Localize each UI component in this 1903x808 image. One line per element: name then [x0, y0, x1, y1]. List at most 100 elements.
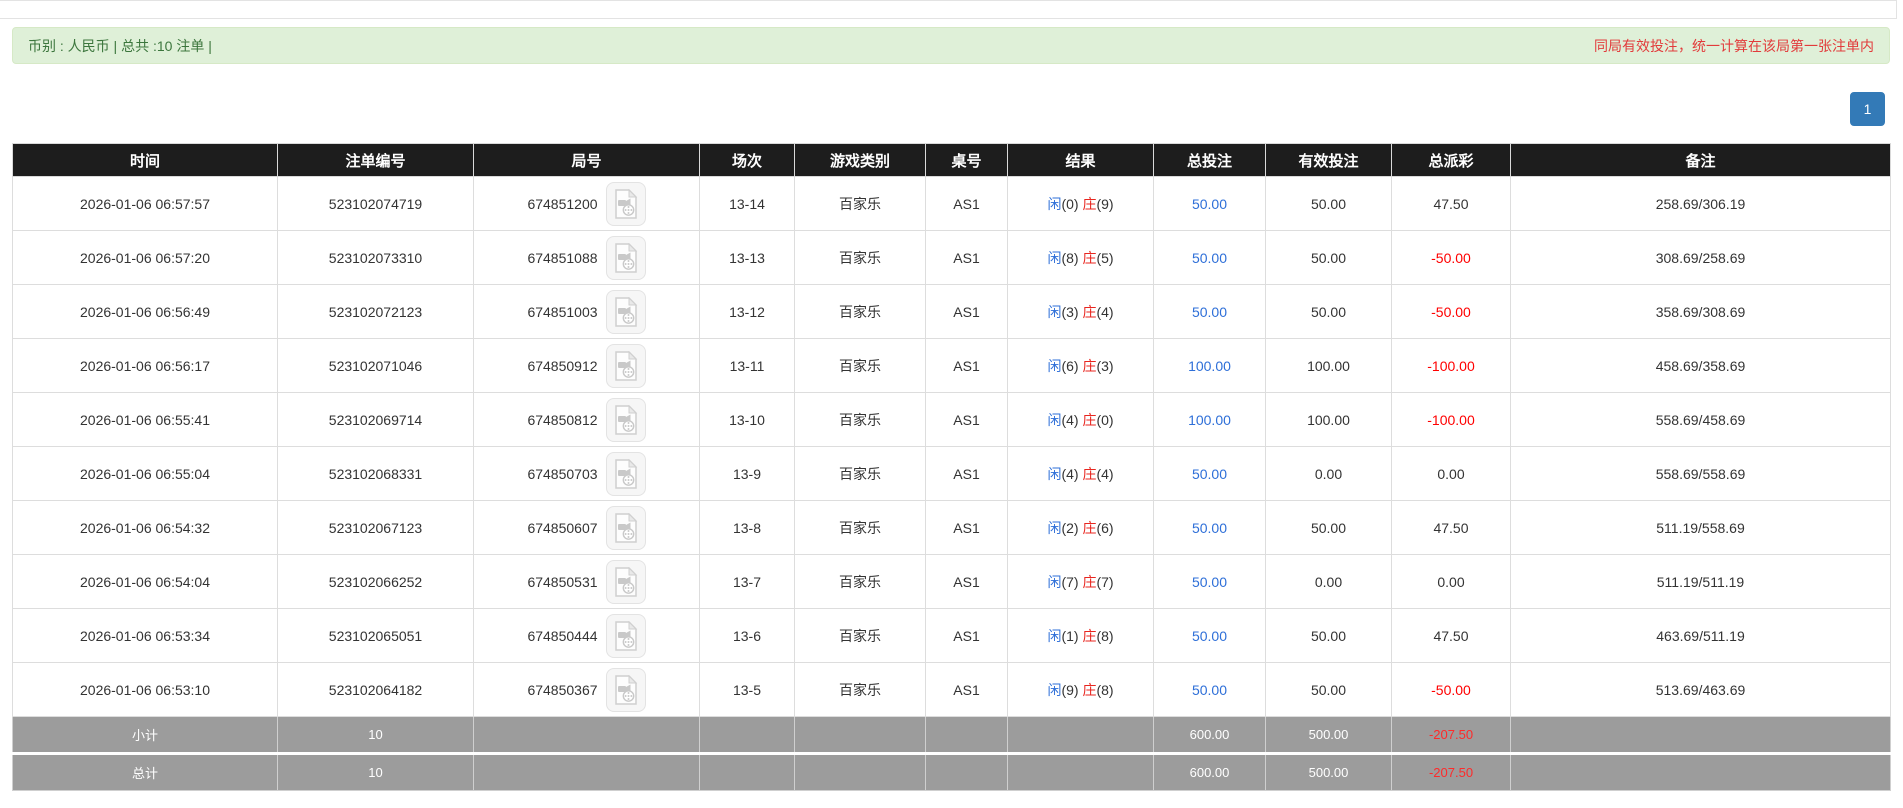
cell-result: 闲(4) 庄(0) — [1007, 392, 1154, 447]
bet-records-table: 时间 注单编号 局号 场次 游戏类别 桌号 结果 总投注 有效投注 总派彩 备注 2026-01-0… — [12, 143, 1891, 791]
cell-game-type: 百家乐 — [794, 662, 926, 717]
cell-valid-bet: 100.00 — [1265, 392, 1392, 447]
bet-row-0: 2026-01-06 06:57:57 523102074719 674851200… — [12, 176, 1891, 231]
cell-session: 13-14 — [699, 176, 795, 231]
total-row-count: 10 — [277, 752, 474, 791]
total-row-payout: -207.50 — [1391, 752, 1511, 791]
cell-round-id: 674850367 — [473, 662, 700, 717]
result-banker-label: 庄 — [1082, 411, 1097, 428]
cell-session: 13-9 — [699, 446, 795, 501]
cell-total-bet[interactable]: 50.00 — [1153, 284, 1266, 339]
video-file-icon[interactable] — [605, 343, 646, 388]
result-player-label: 闲 — [1047, 303, 1062, 320]
video-file-icon[interactable] — [605, 667, 646, 712]
cell-total-bet[interactable]: 50.00 — [1153, 554, 1266, 609]
cell-game-type: 百家乐 — [794, 392, 926, 447]
video-file-icon[interactable] — [605, 559, 646, 604]
subtotal-row-table — [925, 716, 1008, 754]
cell-total-bet[interactable]: 50.00 — [1153, 176, 1266, 231]
cell-game-type: 百家乐 — [794, 446, 926, 501]
top-panel-edge — [0, 0, 1897, 19]
result-player-points: (9) — [1061, 681, 1083, 698]
bet-row-2: 2026-01-06 06:56:49 523102072123 674851003… — [12, 284, 1891, 339]
video-file-icon[interactable] — [605, 505, 646, 550]
result-banker-label: 庄 — [1082, 573, 1097, 590]
video-file-icon[interactable] — [605, 451, 646, 496]
total-bet-link[interactable]: 100.00 — [1188, 358, 1231, 374]
video-file-icon[interactable] — [605, 235, 646, 280]
cell-time: 2026-01-06 06:57:57 — [12, 176, 278, 231]
cell-result: 闲(1) 庄(8) — [1007, 608, 1154, 663]
round-id-text: 674850607 — [527, 519, 598, 536]
cell-session: 13-11 — [699, 338, 795, 393]
column-header-2: 局号 — [473, 143, 700, 177]
bet-row-3: 2026-01-06 06:56:17 523102071046 674850912… — [12, 338, 1891, 393]
cell-time: 2026-01-06 06:56:17 — [12, 338, 278, 393]
cell-table-no: AS1 — [925, 500, 1008, 555]
cell-total-bet[interactable]: 50.00 — [1153, 230, 1266, 285]
total-bet-link[interactable]: 50.00 — [1192, 682, 1227, 698]
cell-time: 2026-01-06 06:54:32 — [12, 500, 278, 555]
total-bet-link[interactable]: 50.00 — [1192, 304, 1227, 320]
total-row-total-bet: 600.00 — [1153, 752, 1266, 791]
cell-valid-bet: 50.00 — [1265, 230, 1392, 285]
cell-payout: 47.50 — [1391, 176, 1511, 231]
cell-total-bet[interactable]: 100.00 — [1153, 392, 1266, 447]
total-row-valid-bet: 500.00 — [1265, 752, 1392, 791]
cell-round-id: 674851200 — [473, 176, 700, 231]
subtotal-row-round — [473, 716, 700, 754]
video-file-icon[interactable] — [605, 397, 646, 442]
round-id-text: 674850531 — [527, 573, 598, 590]
cell-game-type: 百家乐 — [794, 554, 926, 609]
result-banker-label: 庄 — [1082, 519, 1097, 536]
result-banker-label: 庄 — [1082, 303, 1097, 320]
cell-bet-id: 523102071046 — [277, 338, 474, 393]
cell-game-type: 百家乐 — [794, 608, 926, 663]
column-header-6: 结果 — [1007, 143, 1154, 177]
total-bet-link[interactable]: 50.00 — [1192, 628, 1227, 644]
cell-table-no: AS1 — [925, 446, 1008, 501]
cell-total-bet[interactable]: 50.00 — [1153, 608, 1266, 663]
cell-total-bet[interactable]: 50.00 — [1153, 662, 1266, 717]
video-file-icon[interactable] — [605, 289, 646, 334]
subtotal-row-payout: -207.50 — [1391, 716, 1511, 754]
cell-total-bet[interactable]: 50.00 — [1153, 446, 1266, 501]
cell-session: 13-7 — [699, 554, 795, 609]
cell-total-bet[interactable]: 100.00 — [1153, 338, 1266, 393]
result-player-label: 闲 — [1047, 627, 1062, 644]
result-banker-points: (9) — [1096, 195, 1114, 212]
cell-total-bet[interactable]: 50.00 — [1153, 500, 1266, 555]
cell-table-no: AS1 — [925, 608, 1008, 663]
cell-session: 13-6 — [699, 608, 795, 663]
cell-game-type: 百家乐 — [794, 338, 926, 393]
total-bet-link[interactable]: 50.00 — [1192, 520, 1227, 536]
total-bet-link[interactable]: 50.00 — [1192, 574, 1227, 590]
total-bet-link[interactable]: 100.00 — [1188, 412, 1231, 428]
result-player-label: 闲 — [1047, 195, 1062, 212]
cell-session: 13-12 — [699, 284, 795, 339]
result-banker-points: (5) — [1096, 249, 1114, 266]
cell-valid-bet: 50.00 — [1265, 608, 1392, 663]
cell-time: 2026-01-06 06:53:10 — [12, 662, 278, 717]
video-file-icon[interactable] — [605, 181, 646, 226]
cell-note: 511.19/511.19 — [1510, 554, 1891, 609]
result-player-points: (4) — [1061, 465, 1083, 482]
cell-bet-id: 523102064182 — [277, 662, 474, 717]
result-player-label: 闲 — [1047, 573, 1062, 590]
subtotal-row-count: 10 — [277, 716, 474, 754]
summary-banner: 币别 : 人民币 | 总共 :10 注单 | 同局有效投注，统一计算在该局第一张… — [12, 27, 1890, 64]
total-bet-link[interactable]: 50.00 — [1192, 250, 1227, 266]
cell-result: 闲(8) 庄(5) — [1007, 230, 1154, 285]
video-file-icon[interactable] — [605, 613, 646, 658]
cell-table-no: AS1 — [925, 392, 1008, 447]
cell-payout: -100.00 — [1391, 392, 1511, 447]
total-bet-link[interactable]: 50.00 — [1192, 196, 1227, 212]
cell-table-no: AS1 — [925, 176, 1008, 231]
cell-bet-id: 523102067123 — [277, 500, 474, 555]
total-row: 总计 10 600.00 500.00 -207.50 — [12, 752, 1891, 791]
result-banker-points: (8) — [1096, 627, 1114, 644]
cell-result: 闲(7) 庄(7) — [1007, 554, 1154, 609]
column-header-4: 游戏类别 — [794, 143, 926, 177]
total-bet-link[interactable]: 50.00 — [1192, 466, 1227, 482]
pagination-page-1-button[interactable]: 1 — [1850, 92, 1885, 126]
